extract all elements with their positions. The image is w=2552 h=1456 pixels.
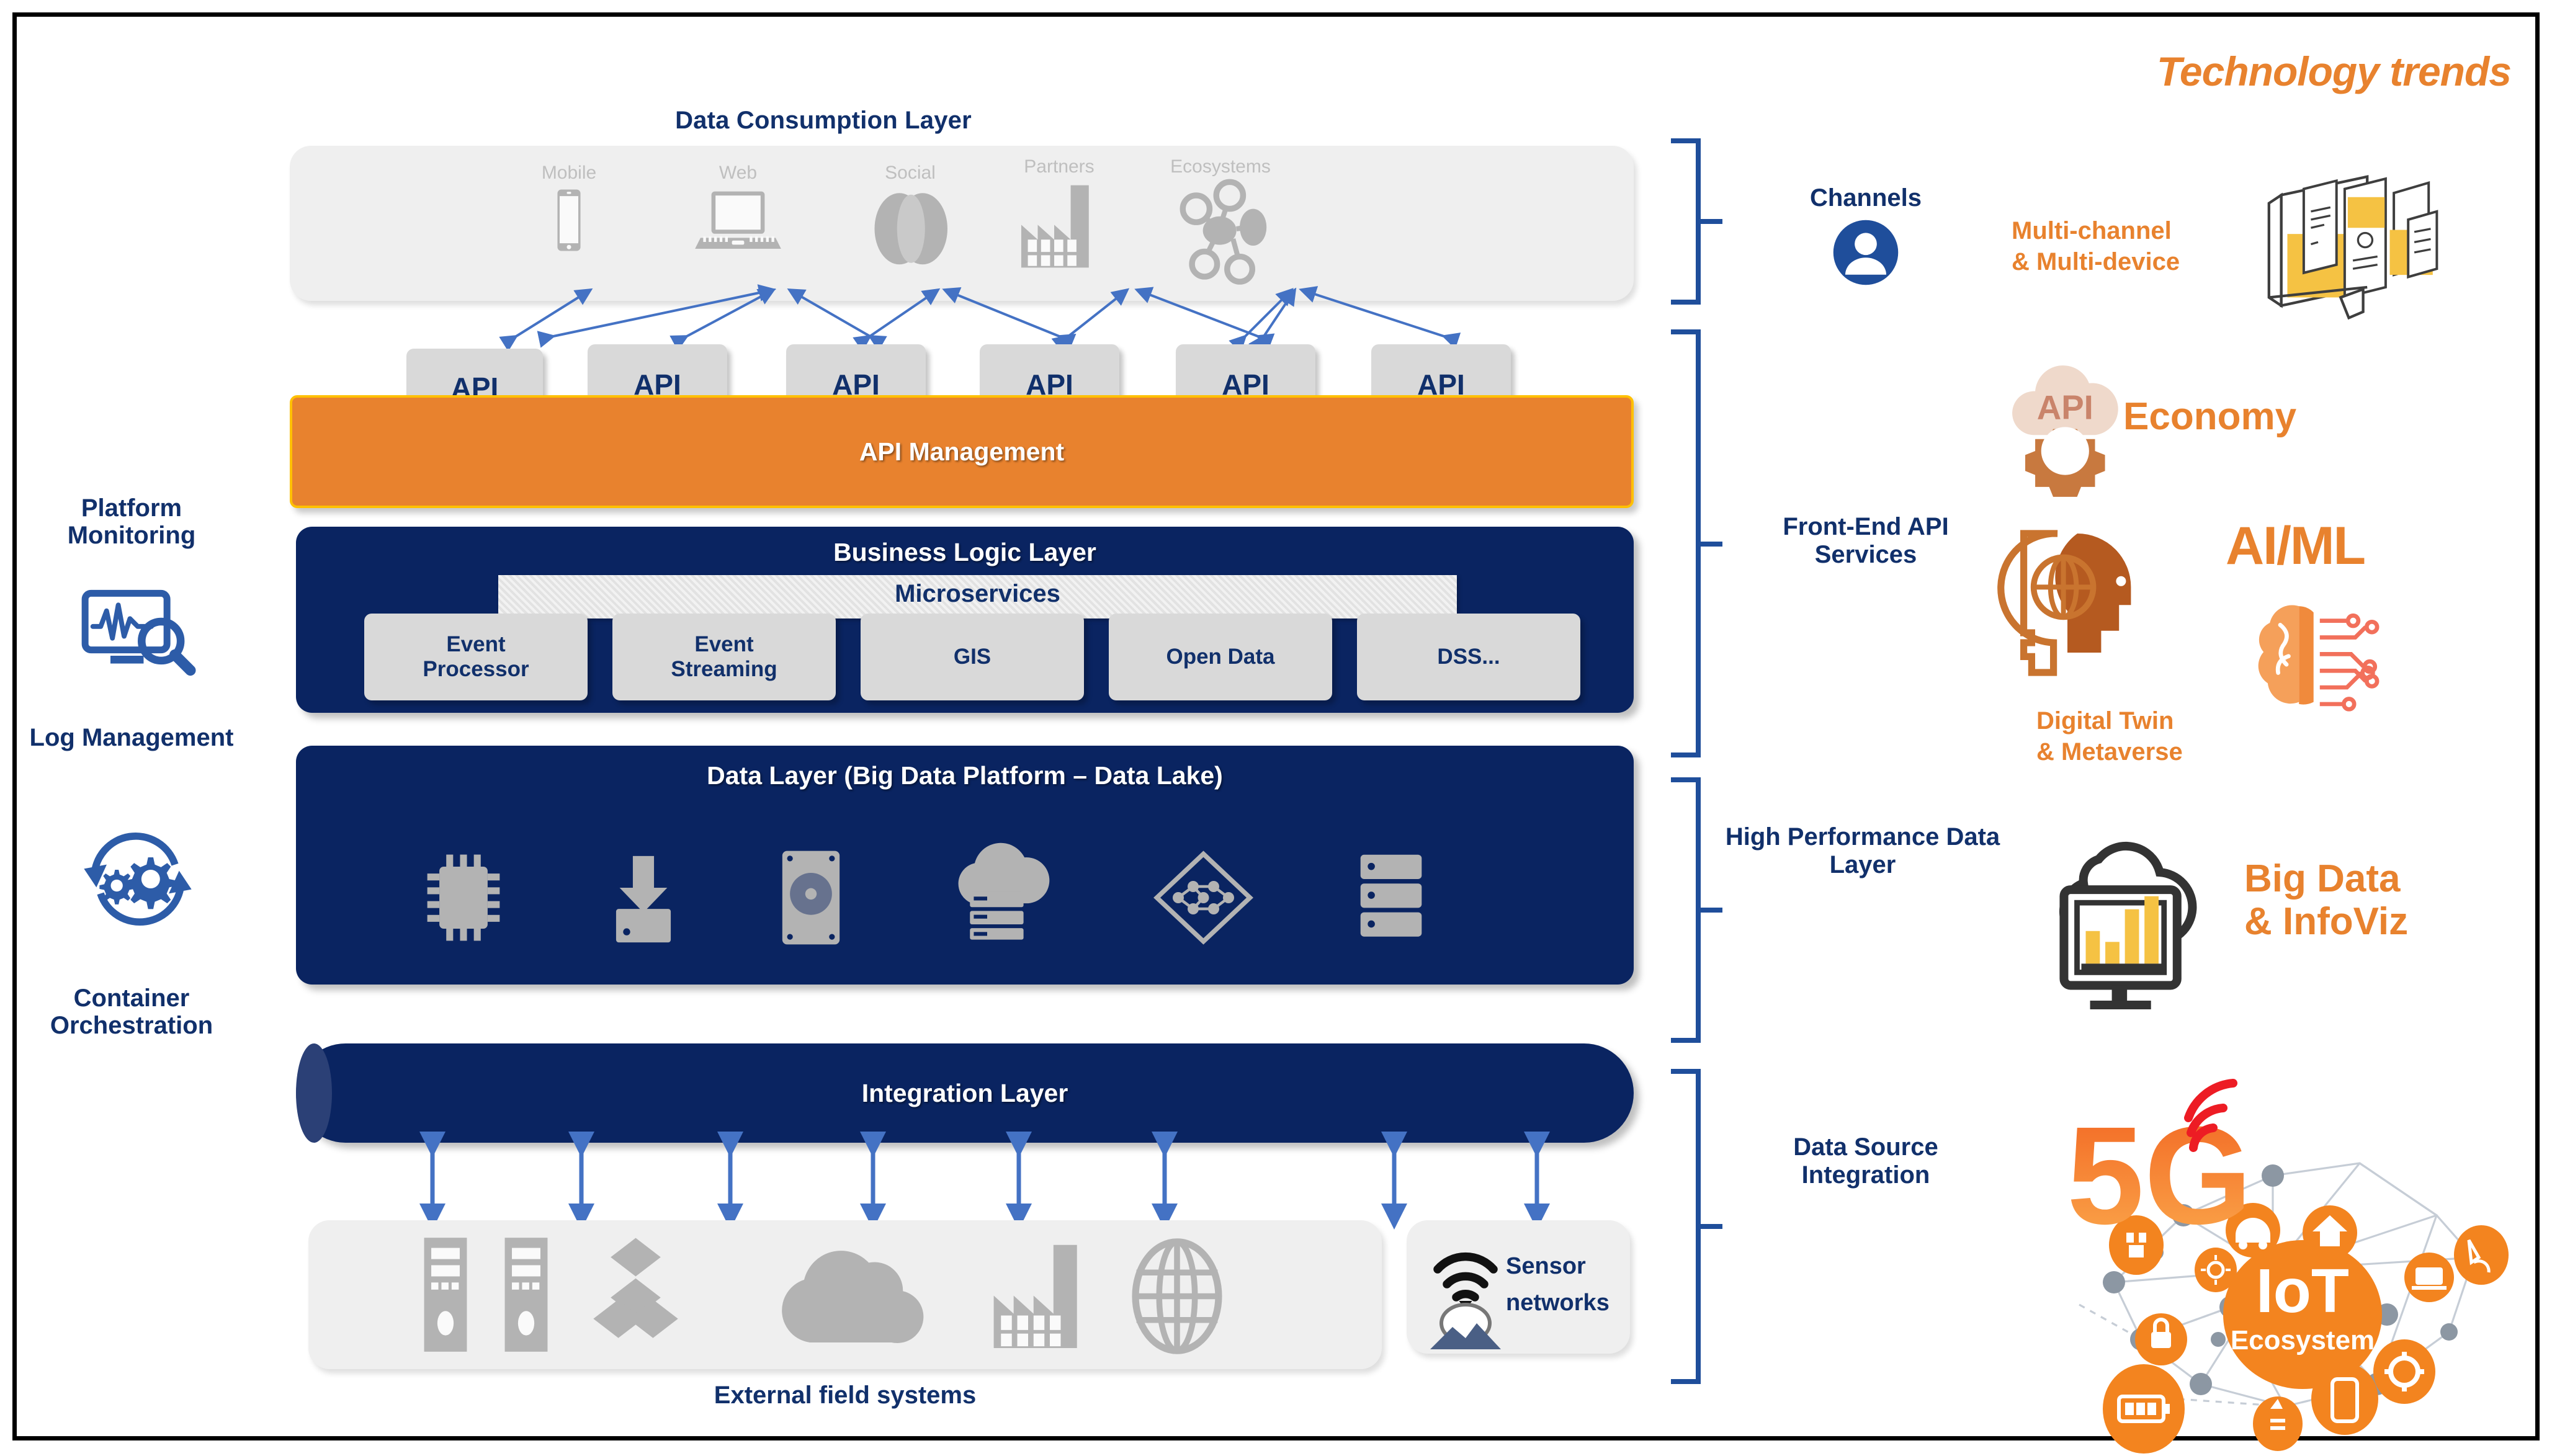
integration-layer-title: Integration Layer (861, 1079, 1068, 1107)
globe-icon (1127, 1238, 1227, 1354)
digital-twin-head-icon (1997, 525, 2167, 681)
trend-label-digital-twin: Digital Twin & Metaverse (2036, 705, 2272, 767)
channel-item-mobile[interactable]: Mobile (513, 163, 625, 290)
api-management-title: API Management (859, 437, 1065, 466)
service-chip-label: Open Data (1166, 645, 1275, 669)
channel-item-partners[interactable]: Partners (994, 156, 1124, 290)
svg-text:Ecosystem: Ecosystem (2231, 1325, 2375, 1356)
trend-line1: Multi-channel (2012, 217, 2172, 244)
api-management-panel: API Management (290, 395, 1634, 508)
channel-item-web[interactable]: Web (671, 163, 805, 290)
hard-disk-icon (777, 848, 845, 947)
trend-label-5g: 5G (2064, 1079, 2252, 1253)
bigdata-monitor-icon (2033, 841, 2213, 1009)
data-ingest-icon (603, 854, 684, 944)
factory-icon (985, 1236, 1093, 1354)
factory-icon (994, 179, 1124, 269)
left-item-log-management-label: Log Management (29, 724, 234, 751)
channel-item-label: Web (719, 163, 758, 183)
multi-device-icon (2257, 166, 2461, 321)
service-chip-event-processor[interactable]: Event Processor (364, 614, 588, 700)
cloud-server-icon (941, 836, 1056, 944)
service-chip-label: DSS... (1437, 645, 1500, 669)
service-chip-open-data[interactable]: Open Data (1109, 614, 1332, 700)
server-tower-icon (420, 1233, 471, 1357)
svg-text:5G: 5G (2067, 1098, 2252, 1253)
left-item-container-orchestration-label: Container Orchestration (50, 985, 213, 1039)
external-systems-caption: External field systems (714, 1382, 977, 1409)
trend-line2: & Metaverse (2036, 738, 2183, 766)
api-cloud-gear-icon: API (1997, 361, 2137, 497)
trend-line2: & InfoViz (2244, 900, 2409, 944)
bracket-label-front-end-api-services: Front-End API Services (1783, 513, 1949, 568)
laptop-icon (671, 187, 805, 256)
channel-item-label: Social (885, 163, 936, 183)
trend-line2: & Multi-device (2012, 248, 2180, 275)
business-logic-title: Business Logic Layer (833, 538, 1096, 566)
trend-label-ai-ml: AI/ML (2226, 516, 2366, 576)
left-item-platform-monitoring-label: Platform Monitoring (67, 494, 196, 549)
sensor-antenna-icon (1428, 1233, 1503, 1351)
bracket-label-high-performance-data-layer: High Performance Data Layer (1725, 823, 2000, 878)
channel-item-ecosystems[interactable]: Ecosystems (1134, 156, 1307, 290)
cpu-chip-icon (420, 851, 507, 944)
bracket-label-channels: Channels (1809, 184, 1922, 212)
channel-api-arrows (499, 284, 1461, 354)
microservices-label: Microservices (895, 580, 1060, 607)
service-chip-label: Event Streaming (671, 632, 777, 681)
database-stack-icon (1354, 851, 1428, 941)
cloud-icon (774, 1251, 926, 1344)
mobile-phone-icon (513, 187, 625, 253)
social-circles-icon (848, 186, 972, 273)
trend-label-big-data: Big Data & InfoViz (2244, 857, 2536, 944)
channel-item-label: Ecosystems (1170, 156, 1271, 177)
server-tower-icon (501, 1233, 552, 1357)
service-chip-label: Event Processor (423, 632, 529, 681)
monitor-search-icon (79, 587, 197, 690)
service-chip-gis[interactable]: GIS (861, 614, 1084, 700)
neural-network-icon (1152, 851, 1255, 945)
svg-text:API: API (2037, 389, 2093, 427)
data-layer-title: Data Layer (Big Data Platform – Data Lak… (707, 761, 1223, 790)
cubes-icon (588, 1236, 684, 1354)
diagram-frame: Platform Monitoring Log Management Conta… (12, 12, 2540, 1454)
user-avatar-icon (1832, 218, 1900, 287)
service-chip-event-streaming[interactable]: Event Streaming (612, 614, 836, 700)
bracket-label-data-source-integration: Data Source Integration (1793, 1133, 1938, 1189)
trend-label-api-economy: Economy (2123, 395, 2297, 438)
trend-line1: Big Data (2244, 857, 2401, 900)
right-brackets (1671, 138, 1722, 1384)
trend-label-multi-channel: Multi-channel & Multi-device (2012, 215, 2247, 277)
trend-line1: Digital Twin (2036, 707, 2174, 735)
channel-item-label: Partners (1024, 156, 1095, 177)
network-nodes-icon (1134, 179, 1307, 285)
service-chip-dss[interactable]: DSS... (1357, 614, 1580, 700)
page-title: Data Consumption Layer (675, 107, 972, 134)
channel-item-label: Mobile (541, 163, 597, 183)
gear-cycle-icon (76, 823, 200, 935)
trends-heading: Technology trends (2157, 48, 2512, 94)
service-chip-label: GIS (953, 645, 992, 669)
channel-item-social[interactable]: Social (848, 163, 972, 290)
integration-source-arrows (419, 1132, 1550, 1230)
svg-text:IoT: IoT (2256, 1256, 2349, 1326)
sensor-networks-label: Sensor networks (1506, 1253, 1610, 1316)
